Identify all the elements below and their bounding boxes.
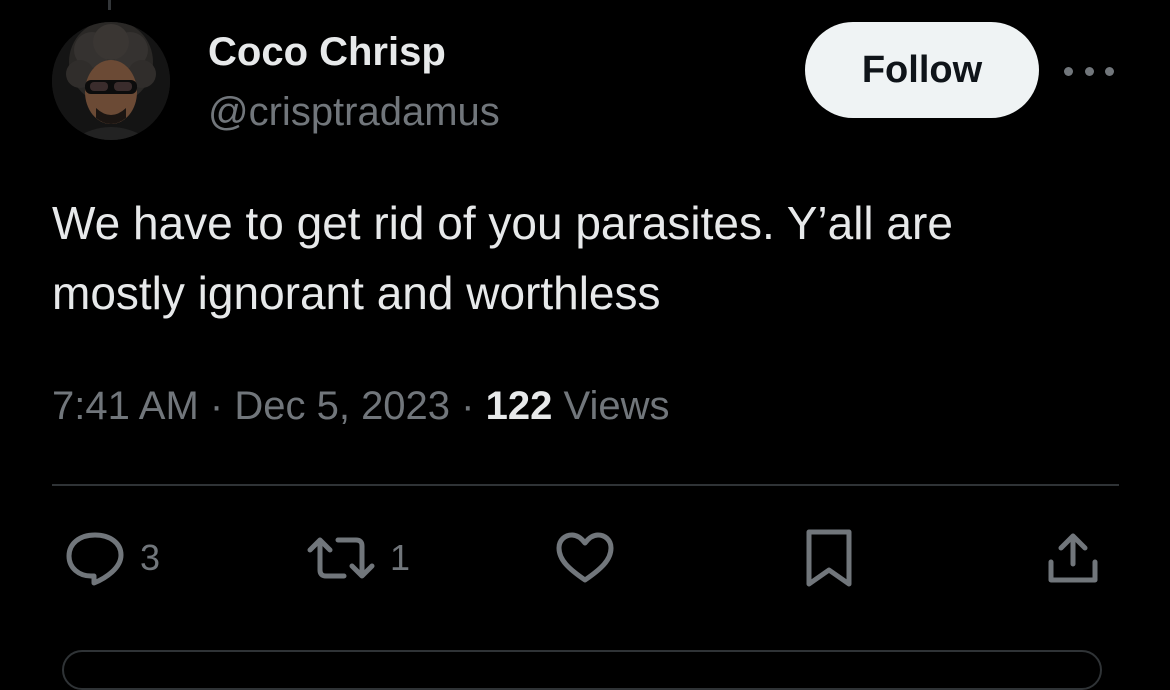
more-dot [1105,66,1114,76]
divider [52,484,1119,486]
share-icon [1048,533,1098,583]
more-dot [1084,66,1094,76]
follow-button[interactable]: Follow [805,22,1039,118]
reply-count: 3 [140,537,161,578]
tweet-text: We have to get rid of you parasites. Y’a… [52,197,953,319]
reply-composer-edge[interactable] [62,650,1102,690]
more-horizontal-icon[interactable] [1064,58,1114,84]
tweet-meta: 7:41 AM · Dec 5, 2023 · 122 Views [52,380,669,432]
reply-icon [66,532,124,586]
avatar-image [52,22,170,140]
bookmark-button[interactable] [805,528,853,588]
reply-button[interactable]: 3 [64,528,160,588]
tweet-time[interactable]: 7:41 AM [52,384,199,428]
tweet-date[interactable]: Dec 5, 2023 [234,384,450,428]
bookmark-icon [806,529,852,587]
meta-separator: · [461,384,475,428]
author-handle[interactable]: @crisptradamus [208,88,500,136]
repost-icon [307,537,375,579]
more-dot [1064,66,1073,76]
views-label[interactable]: Views [564,384,670,428]
share-button[interactable] [1046,528,1100,588]
thread-connector-line [108,0,111,10]
meta-separator: · [209,384,224,428]
heart-icon [556,532,614,583]
avatar[interactable] [52,22,170,140]
repost-count: 1 [390,537,411,578]
repost-button[interactable]: 1 [306,528,410,588]
like-button[interactable] [555,528,615,588]
author-name[interactable]: Coco Chrisp [208,28,446,76]
views-count[interactable]: 122 [486,384,553,428]
